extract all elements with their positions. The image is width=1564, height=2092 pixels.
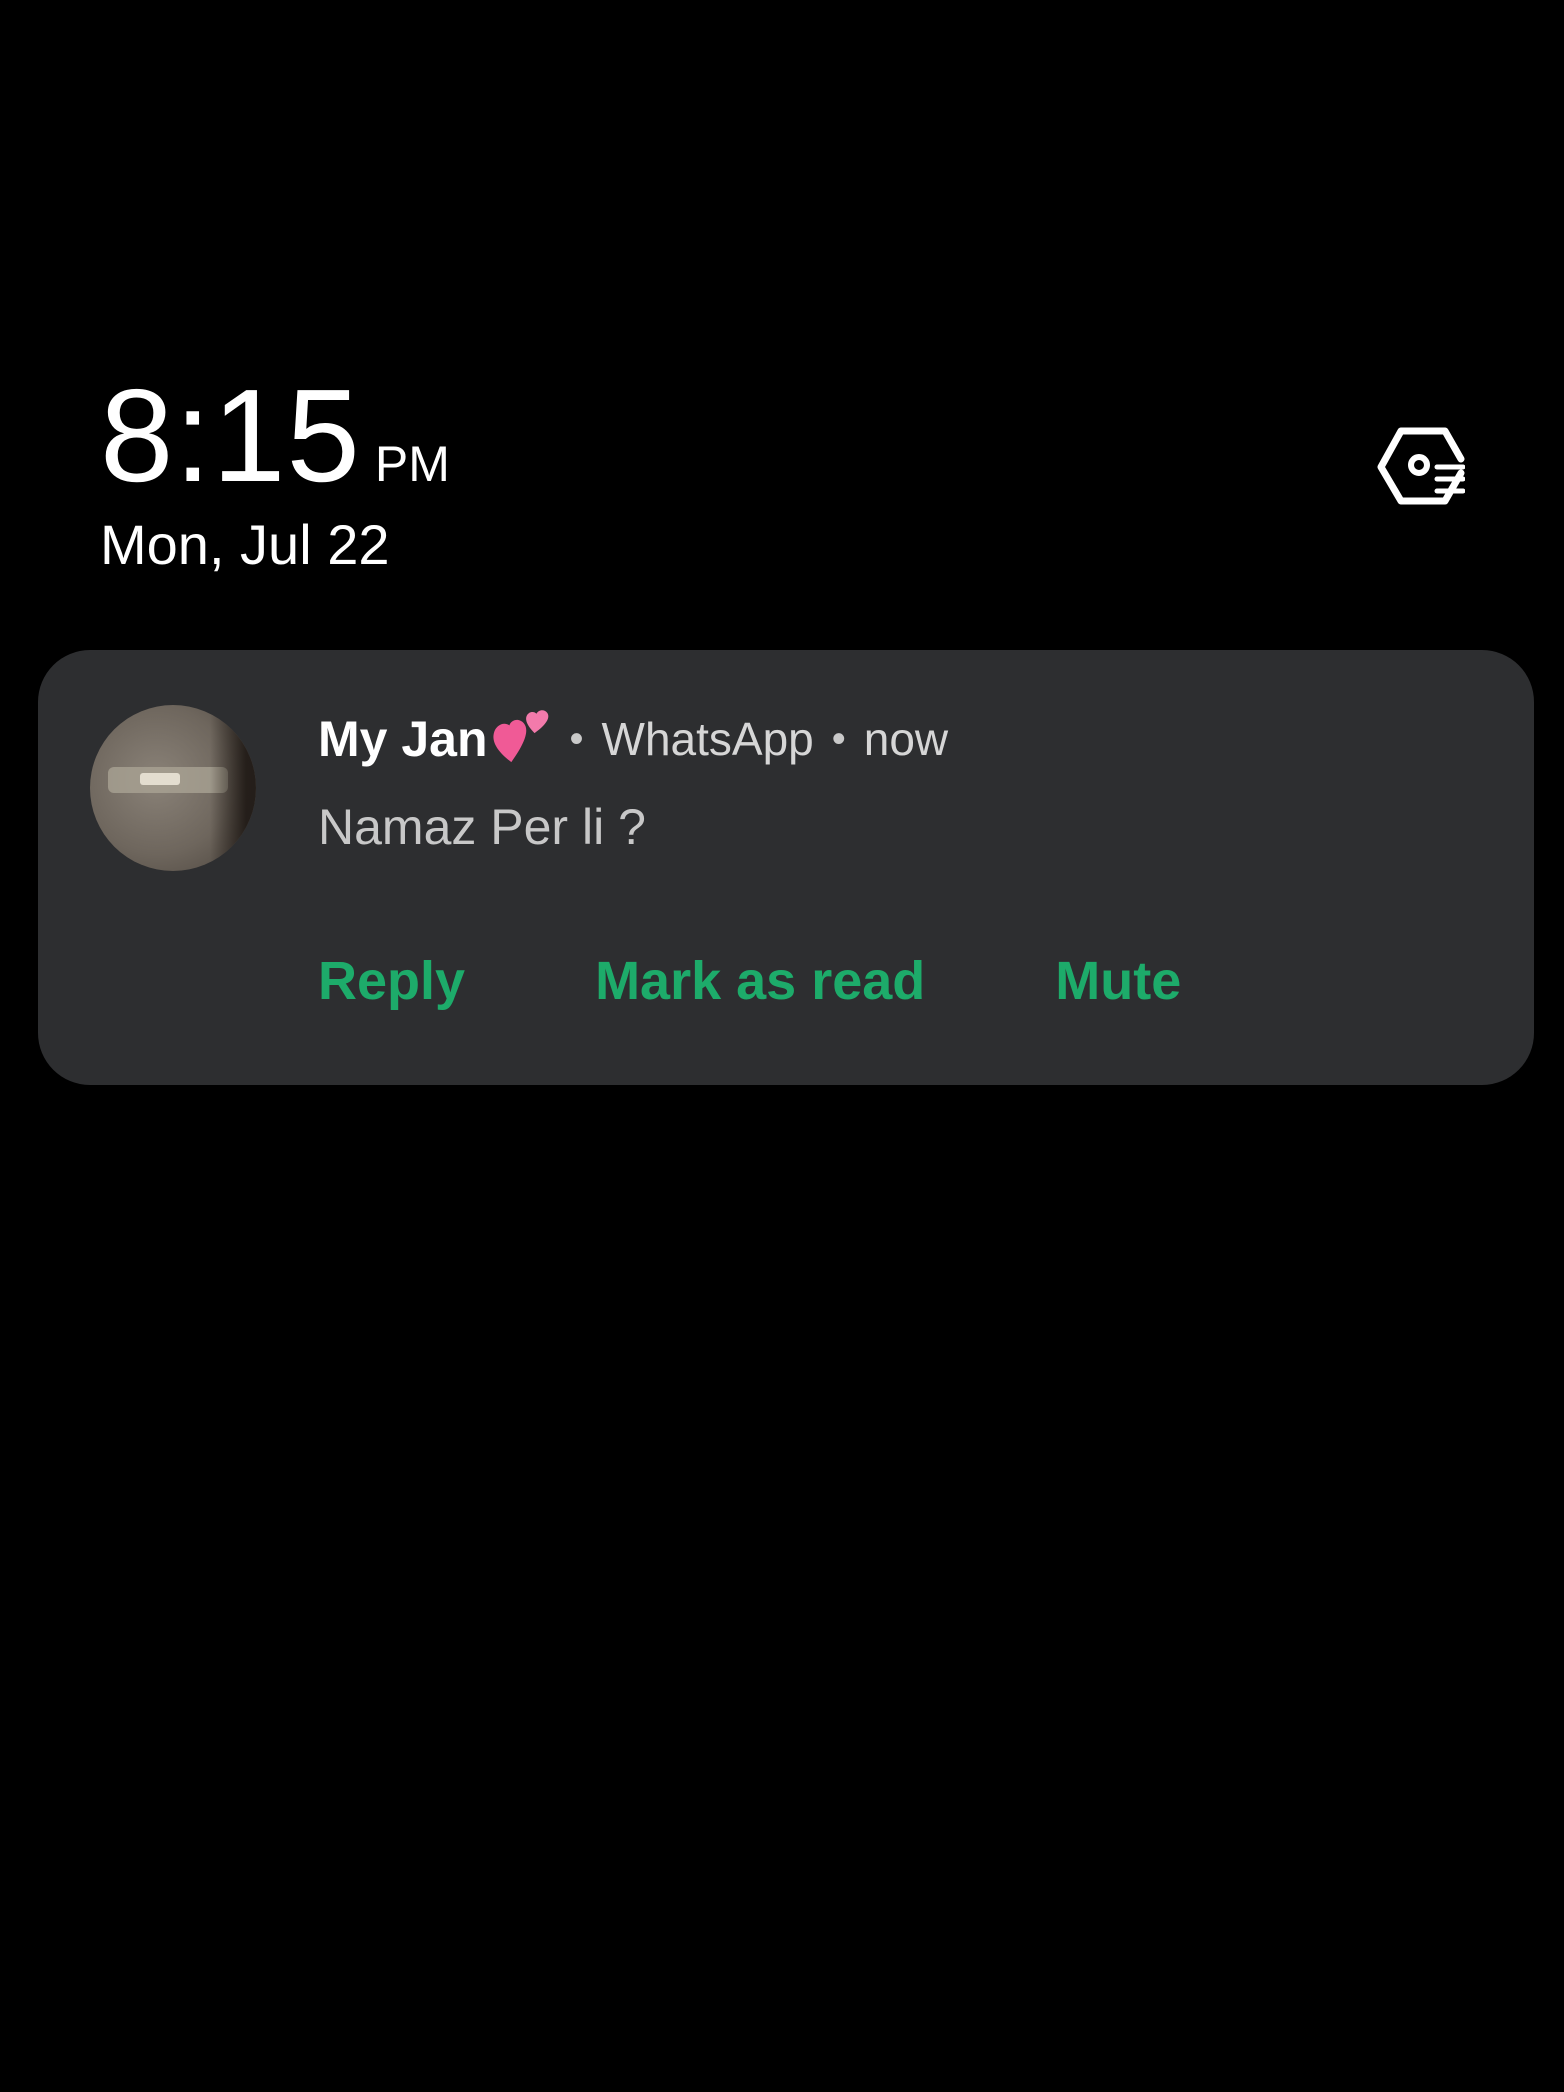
message-preview: Namaz Per li ? [318,799,646,855]
mark-as-read-button[interactable]: Mark as read [595,950,925,1012]
mute-button[interactable]: Mute [1055,950,1181,1012]
routine-settings-icon[interactable] [1375,425,1465,509]
app-name: WhatsApp [601,713,814,765]
contact-avatar[interactable] [90,705,256,871]
avatar-shadow [210,705,256,871]
clock-time: 8:15 [100,362,361,509]
reply-button[interactable]: Reply [318,950,465,1012]
notification-time: now [863,713,949,765]
separator-dot: • [569,716,584,761]
clock: 8:15 PM [100,370,450,502]
avatar-detail-shine [140,773,180,785]
separator-dot: • [831,716,846,761]
lockscreen-date: Mon, Jul 22 [100,513,390,576]
whatsapp-notification-card[interactable]: My Jan • WhatsApp • now Namaz Per li ? R… [38,650,1534,1085]
clock-ampm: PM [374,436,450,492]
sender-name: My Jan [318,711,488,767]
two-hearts-emoji-icon [492,710,548,763]
notification-header: My Jan • WhatsApp • now [318,710,948,768]
notification-actions: Reply Mark as read Mute [318,950,1181,1012]
